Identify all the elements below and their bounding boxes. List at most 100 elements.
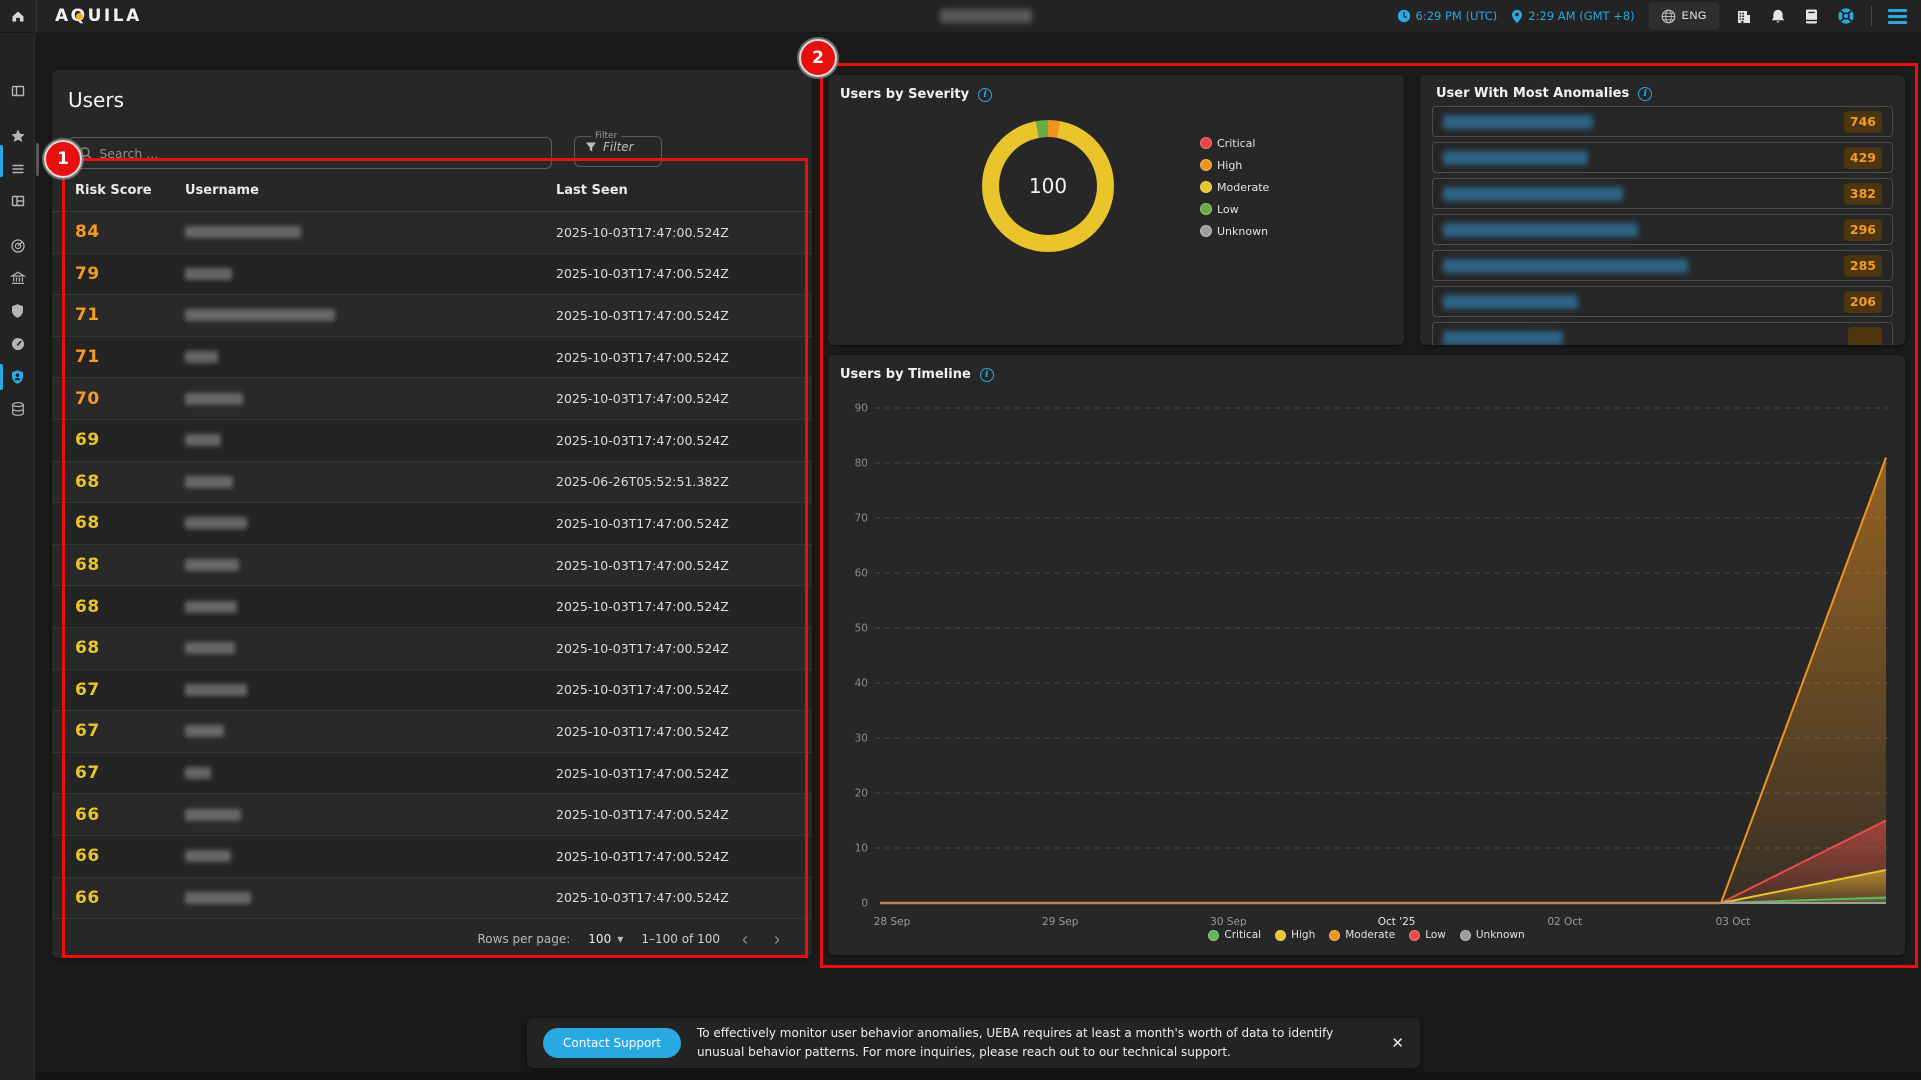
legend-label: Low xyxy=(1425,929,1446,941)
docs-icon[interactable] xyxy=(1802,6,1821,27)
legend-item: High xyxy=(1275,927,1315,943)
filter-button[interactable]: Filter xyxy=(585,140,651,154)
legend-dot xyxy=(1200,225,1212,237)
organization-icon[interactable] xyxy=(1733,6,1754,27)
col-username[interactable]: Username xyxy=(185,183,556,198)
anomaly-list-item[interactable]: 206 xyxy=(1432,286,1893,317)
table-row[interactable]: 792025-10-03T17:47:00.524Z xyxy=(52,254,812,296)
anomaly-list-item[interactable]: 746 xyxy=(1432,106,1893,137)
col-risk-score[interactable]: Risk Score xyxy=(75,183,185,198)
compass-icon[interactable] xyxy=(0,331,35,357)
anomaly-list-item[interactable]: 296 xyxy=(1432,214,1893,245)
last-seen-value: 2025-10-03T17:47:00.524Z xyxy=(556,849,812,864)
table-row[interactable]: 672025-10-03T17:47:00.524Z xyxy=(52,753,812,795)
search-input[interactable] xyxy=(99,146,541,161)
last-seen-value: 2025-10-03T17:47:00.524Z xyxy=(556,890,812,905)
local-time: 2:29 AM (GMT +8) xyxy=(1511,9,1634,24)
legend-item: Low xyxy=(1409,927,1446,943)
anomaly-list-item[interactable] xyxy=(1432,322,1893,345)
home-icon[interactable] xyxy=(0,0,36,33)
table-row[interactable]: 662025-10-03T17:47:00.524Z xyxy=(52,878,812,920)
risk-score-value: 70 xyxy=(75,389,185,409)
info-icon[interactable]: i xyxy=(1638,87,1652,101)
user-shield-icon[interactable] xyxy=(0,364,35,390)
table-row[interactable]: 682025-10-03T17:47:00.524Z xyxy=(52,503,812,545)
col-last-seen[interactable]: Last Seen xyxy=(556,183,812,198)
radar-icon[interactable] xyxy=(0,233,35,259)
table-row[interactable]: 682025-06-26T05:52:51.382Z xyxy=(52,462,812,504)
risk-score-value: 67 xyxy=(75,763,185,783)
table-row[interactable]: 682025-10-03T17:47:00.524Z xyxy=(52,628,812,670)
table-row[interactable]: 662025-10-03T17:47:00.524Z xyxy=(52,836,812,878)
redacted-username xyxy=(185,309,335,321)
last-seen-value: 2025-10-03T17:47:00.524Z xyxy=(556,724,812,739)
svg-text:20: 20 xyxy=(855,788,868,800)
donut-total: 100 xyxy=(1029,174,1067,198)
support-toast: Contact Support To effectively monitor u… xyxy=(527,1018,1420,1068)
notifications-icon[interactable] xyxy=(1768,6,1788,27)
severity-donut-chart[interactable]: 100 xyxy=(982,120,1114,252)
dashboard-icon[interactable] xyxy=(0,188,35,214)
shield-icon[interactable] xyxy=(0,298,35,324)
anomaly-count-badge: 285 xyxy=(1844,255,1882,277)
last-seen-value: 2025-10-03T17:47:00.524Z xyxy=(556,682,812,697)
severity-legend: CriticalHighModerateLowUnknown xyxy=(1200,132,1269,242)
left-sidebar xyxy=(0,33,35,1080)
sidebar-scrollbar[interactable] xyxy=(36,143,39,176)
table-row[interactable]: 662025-10-03T17:47:00.524Z xyxy=(52,794,812,836)
location-pin-icon xyxy=(1511,9,1523,24)
filter-button-label: Filter xyxy=(603,140,634,154)
risk-score-value: 67 xyxy=(75,680,185,700)
legend-label: Moderate xyxy=(1217,181,1269,194)
last-seen-value: 2025-10-03T17:47:00.524Z xyxy=(556,558,812,573)
anomaly-list-item[interactable]: 429 xyxy=(1432,142,1893,173)
star-icon[interactable] xyxy=(0,123,35,149)
legend-dot xyxy=(1200,159,1212,171)
contact-support-button[interactable]: Contact Support xyxy=(543,1028,681,1058)
table-row[interactable]: 842025-10-03T17:47:00.524Z xyxy=(52,212,812,254)
legend-label: High xyxy=(1291,929,1315,941)
panel-left-icon[interactable] xyxy=(0,78,35,104)
legend-item: Low xyxy=(1200,198,1269,220)
rows-per-page-select[interactable]: 100▼ xyxy=(588,932,623,946)
svg-text:60: 60 xyxy=(855,568,868,580)
bank-icon[interactable] xyxy=(0,265,35,291)
list-icon[interactable] xyxy=(0,156,35,182)
redacted-username xyxy=(185,809,241,821)
language-selector[interactable]: ENG xyxy=(1649,2,1719,30)
rows-per-page-label: Rows per page: xyxy=(478,932,571,946)
info-icon[interactable]: i xyxy=(978,88,992,102)
help-icon[interactable] xyxy=(1835,5,1857,27)
menu-icon[interactable] xyxy=(1886,7,1909,26)
anomaly-count-badge: 382 xyxy=(1844,183,1882,205)
table-row[interactable]: 712025-10-03T17:47:00.524Z xyxy=(52,295,812,337)
risk-score-value: 66 xyxy=(75,805,185,825)
legend-item: Moderate xyxy=(1200,176,1269,198)
table-row[interactable]: 692025-10-03T17:47:00.524Z xyxy=(52,420,812,462)
table-row[interactable]: 672025-10-03T17:47:00.524Z xyxy=(52,711,812,753)
timeline-area-chart[interactable]: 010203040506070809028 Sep29 Sep30 SepOct… xyxy=(828,355,1905,955)
database-icon[interactable] xyxy=(0,396,35,422)
redacted-username xyxy=(185,850,231,862)
severity-panel-title: Users by Severity i xyxy=(840,87,992,102)
redacted-username xyxy=(185,684,247,696)
redacted-username xyxy=(185,559,239,571)
redacted-page-title xyxy=(940,9,1032,23)
anomaly-count-badge: 429 xyxy=(1844,147,1882,169)
table-row[interactable]: 67 2025-10-03T17:47:00.524Z xyxy=(52,670,812,712)
timeline-legend: CriticalHighModerateLowUnknown xyxy=(828,927,1905,943)
table-row[interactable]: 702025-10-03T17:47:00.524Z xyxy=(52,378,812,420)
next-page-button[interactable]: › xyxy=(770,930,784,948)
table-row[interactable]: 682025-10-03T17:47:00.524Z xyxy=(52,545,812,587)
close-icon[interactable]: ✕ xyxy=(1391,1034,1404,1052)
table-row[interactable]: 712025-10-03T17:47:00.524Z xyxy=(52,337,812,379)
anomaly-list-item[interactable]: 285 xyxy=(1432,250,1893,281)
funnel-icon xyxy=(585,141,597,153)
anomaly-list-item[interactable]: 382 xyxy=(1432,178,1893,209)
redacted-username xyxy=(1443,223,1638,237)
last-seen-value: 2025-06-26T05:52:51.382Z xyxy=(556,474,812,489)
anomaly-count-badge xyxy=(1848,327,1882,346)
prev-page-button[interactable]: ‹ xyxy=(738,930,752,948)
table-row[interactable]: 682025-10-03T17:47:00.524Z xyxy=(52,586,812,628)
redacted-username xyxy=(185,517,247,529)
